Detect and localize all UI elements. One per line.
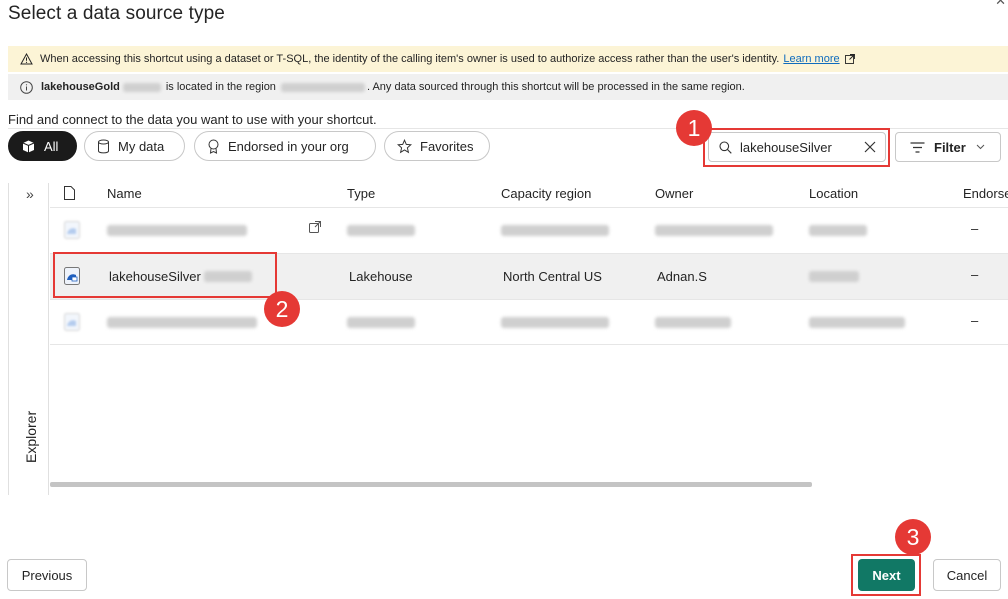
filter-chip-all[interactable]: All xyxy=(8,131,77,161)
region-text-end: . Any data sourced through this shortcut… xyxy=(366,81,745,93)
redacted-owner xyxy=(655,225,773,236)
filter-button[interactable]: Filter xyxy=(895,132,1001,162)
lakehouse-icon xyxy=(64,221,80,239)
chevron-down-icon xyxy=(976,144,985,150)
explorer-pane[interactable]: » Explorer xyxy=(8,183,49,495)
redacted-location xyxy=(809,271,859,282)
filter-chip-favorites[interactable]: Favorites xyxy=(384,131,490,161)
expand-chevron-icon[interactable]: » xyxy=(26,186,34,202)
row-owner: Adnan.S xyxy=(657,269,707,284)
redacted-text xyxy=(122,82,161,92)
divider xyxy=(50,344,1008,345)
find-instructions: Find and connect to the data you want to… xyxy=(8,112,377,127)
redacted-type xyxy=(347,317,415,328)
file-icon xyxy=(64,186,75,200)
data-source-table: Name Type Capacity region Owner Location… xyxy=(50,180,1008,485)
region-text: is located in the region xyxy=(165,81,276,93)
filter-lines-icon xyxy=(910,141,925,153)
close-icon[interactable]: ✕ xyxy=(995,0,1006,9)
source-name: lakehouseGold xyxy=(41,81,120,93)
info-icon xyxy=(20,80,33,94)
explorer-label: Explorer xyxy=(23,410,39,463)
warning-text: When accessing this shortcut using a dat… xyxy=(40,53,780,65)
star-icon xyxy=(397,138,412,153)
previous-button[interactable]: Previous xyxy=(7,559,87,591)
dialog-title: Select a data source type xyxy=(8,3,225,24)
filter-chip-my-data[interactable]: My data xyxy=(84,131,185,161)
table-row[interactable]: – xyxy=(50,207,1008,253)
database-icon xyxy=(98,139,109,153)
column-header-type[interactable]: Type xyxy=(347,186,375,201)
redacted-location xyxy=(809,225,867,236)
redacted-region xyxy=(501,225,609,236)
table-row[interactable]: – xyxy=(50,299,1008,345)
filter-chip-label: All xyxy=(44,138,59,154)
column-header-region[interactable]: Capacity region xyxy=(501,186,591,201)
row-region: North Central US xyxy=(503,269,602,284)
step-badge-3: 3 xyxy=(895,519,931,555)
redacted-region xyxy=(501,317,609,328)
ribbon-icon xyxy=(208,139,219,154)
horizontal-scrollbar[interactable] xyxy=(50,482,812,487)
annotation-highlight-2 xyxy=(53,252,277,298)
cancel-button[interactable]: Cancel xyxy=(933,559,1001,591)
filter-chip-label: My data xyxy=(118,138,165,154)
external-link-icon xyxy=(844,54,855,64)
filter-chip-label: Favorites xyxy=(420,138,474,154)
external-link-icon[interactable] xyxy=(309,221,321,233)
lakehouse-icon xyxy=(64,313,80,331)
column-header-owner[interactable]: Owner xyxy=(655,186,693,201)
step-badge-2: 2 xyxy=(264,291,300,327)
warning-banner: When accessing this shortcut using a dat… xyxy=(8,46,1008,72)
warning-icon xyxy=(20,53,33,65)
region-info-banner: lakehouseGold is located in the region .… xyxy=(8,74,1008,100)
step-badge-1: 1 xyxy=(676,110,712,146)
redacted-name xyxy=(107,317,257,328)
column-header-name[interactable]: Name xyxy=(107,186,142,201)
endorsed-value: – xyxy=(971,313,979,328)
table-header: Name Type Capacity region Owner Location… xyxy=(50,180,1008,207)
cube-stack-icon xyxy=(22,140,35,152)
annotation-highlight-1 xyxy=(703,128,890,167)
endorsed-value: – xyxy=(971,221,979,236)
redacted-type xyxy=(347,225,415,236)
annotation-highlight-3 xyxy=(851,554,921,596)
column-header-endorsed[interactable]: Endorse xyxy=(963,186,1008,201)
filter-chip-label: Endorsed in your org xyxy=(228,138,349,154)
redacted-name xyxy=(107,225,247,236)
redacted-owner xyxy=(655,317,731,328)
redacted-location xyxy=(809,317,905,328)
filter-button-label: Filter xyxy=(934,139,966,155)
redacted-region xyxy=(280,82,365,92)
endorsed-value: – xyxy=(971,267,979,282)
row-type: Lakehouse xyxy=(349,269,413,284)
column-header-location[interactable]: Location xyxy=(809,186,858,201)
filter-chip-endorsed[interactable]: Endorsed in your org xyxy=(194,131,376,161)
learn-more-link[interactable]: Learn more xyxy=(783,53,839,65)
